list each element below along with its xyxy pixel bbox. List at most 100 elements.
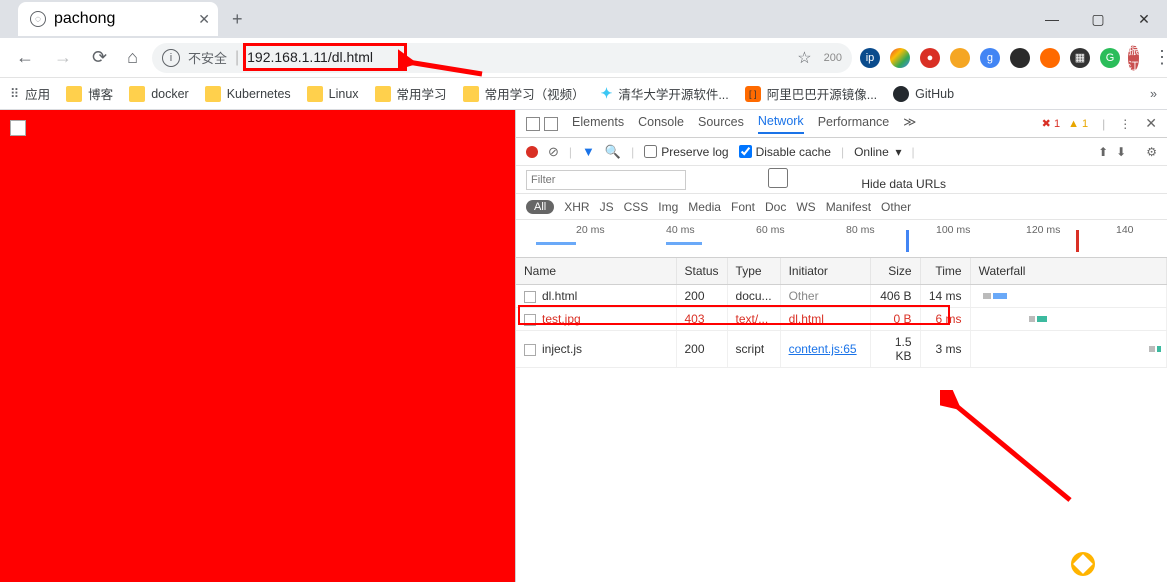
extension-icon[interactable]: ●	[920, 48, 940, 68]
table-row[interactable]: dl.html 200 docu... Other 406 B 14 ms	[516, 285, 1167, 308]
tab-console[interactable]: Console	[638, 115, 684, 133]
page-url: 192.168.1.11/dl.html	[247, 49, 373, 65]
address-bar[interactable]: i 不安全 | 192.168.1.11/dl.html ☆ 200	[152, 43, 852, 73]
type-filter[interactable]: JS	[600, 200, 614, 214]
table-row[interactable]: test.jpg 403 text/... dl.html 0 B 6 ms	[516, 308, 1167, 331]
bookmark-folder[interactable]: 常用学习（视频）	[463, 84, 585, 103]
tab-performance[interactable]: Performance	[818, 115, 890, 133]
table-header-row: Name Status Type Initiator Size Time Wat…	[516, 258, 1167, 285]
extension-icon[interactable]: g	[980, 48, 1000, 68]
extension-icon[interactable]: ▦	[1070, 48, 1090, 68]
extension-icons: ip ● g ▦ G	[860, 48, 1120, 68]
record-button[interactable]	[526, 146, 538, 158]
extension-icon[interactable]	[950, 48, 970, 68]
devtools-tabs: Elements Console Sources Network Perform…	[516, 110, 1167, 138]
col-status[interactable]: Status	[676, 258, 727, 285]
info-icon[interactable]: i	[162, 49, 180, 67]
user-avatar[interactable]: 振江	[1128, 45, 1139, 71]
extension-icon[interactable]	[1040, 48, 1060, 68]
type-filter[interactable]: WS	[796, 200, 815, 214]
kebab-menu-icon[interactable]: ⋮	[1119, 117, 1131, 131]
home-button[interactable]: ⌂	[121, 43, 144, 72]
bookmark-link[interactable]: [ ]阿里巴巴开源镜像...	[745, 84, 877, 103]
tab-elements[interactable]: Elements	[572, 115, 624, 133]
table-row[interactable]: inject.js 200 script content.js:65 1.5 K…	[516, 331, 1167, 368]
throttling-select[interactable]: Online ▾	[854, 145, 901, 159]
tab-more[interactable]: ≫	[903, 114, 916, 133]
inspect-icon[interactable]	[526, 117, 540, 131]
network-table: Name Status Type Initiator Size Time Wat…	[516, 258, 1167, 582]
tab-sources[interactable]: Sources	[698, 115, 744, 133]
bookmark-star-icon[interactable]: ☆	[797, 48, 811, 68]
col-size[interactable]: Size	[870, 258, 920, 285]
type-filter[interactable]: Media	[688, 200, 721, 214]
window-minimize[interactable]: —	[1029, 4, 1075, 34]
col-name[interactable]: Name	[516, 258, 676, 285]
forward-button[interactable]: →	[48, 43, 78, 72]
type-filter[interactable]: Font	[731, 200, 755, 214]
browser-tab[interactable]: ◌ pachong ✕	[18, 2, 218, 36]
error-count[interactable]: ✖ 1	[1042, 117, 1060, 130]
broken-image-icon	[10, 120, 26, 136]
type-filter[interactable]: XHR	[564, 200, 589, 214]
bookmarks-overflow-icon[interactable]: »	[1150, 87, 1157, 101]
close-icon[interactable]: ✕	[198, 11, 210, 28]
type-filter[interactable]: Manifest	[826, 200, 871, 214]
preserve-log-checkbox[interactable]: Preserve log	[644, 145, 728, 159]
col-waterfall[interactable]: Waterfall	[970, 258, 1166, 285]
bookmark-apps[interactable]: ⠿应用	[10, 84, 50, 103]
reload-button[interactable]: ⟳	[86, 43, 113, 72]
type-filter-all[interactable]: All	[526, 200, 554, 214]
devtools-panel: Elements Console Sources Network Perform…	[515, 110, 1167, 582]
clear-button[interactable]: ⊘	[548, 144, 559, 160]
bookmarks-bar: ⠿应用 博客 docker Kubernetes Linux 常用学习 常用学习…	[0, 78, 1167, 110]
kebab-menu-icon[interactable]: ⋮	[1147, 47, 1167, 68]
filter-input[interactable]	[526, 170, 686, 190]
search-icon[interactable]: 🔍	[605, 144, 621, 160]
watermark-logo-icon	[1071, 552, 1095, 576]
extension-icon[interactable]	[890, 48, 910, 68]
col-type[interactable]: Type	[727, 258, 780, 285]
col-time[interactable]: Time	[920, 258, 970, 285]
content-area: Elements Console Sources Network Perform…	[0, 110, 1167, 582]
insecure-label: 不安全	[188, 48, 227, 67]
warning-count[interactable]: ▲ 1	[1068, 118, 1088, 130]
network-type-filters: All XHR JS CSS Img Media Font Doc WS Man…	[516, 194, 1167, 220]
bookmark-link[interactable]: ✦清华大学开源软件...	[601, 84, 729, 103]
network-toolbar: ⊘ | ▼ 🔍 | Preserve log Disable cache | O…	[516, 138, 1167, 166]
download-icon[interactable]: ⬇	[1116, 145, 1126, 159]
tab-network[interactable]: Network	[758, 114, 804, 134]
tab-title: pachong	[54, 10, 115, 28]
disable-cache-checkbox[interactable]: Disable cache	[739, 145, 831, 159]
extension-icon[interactable]: G	[1100, 48, 1120, 68]
window-maximize[interactable]: ▢	[1075, 4, 1121, 34]
device-icon[interactable]	[544, 117, 558, 131]
bookmark-folder[interactable]: docker	[129, 86, 189, 102]
watermark: 创新互联	[1071, 552, 1157, 576]
network-filter-row: Hide data URLs	[516, 166, 1167, 194]
window-titlebar: ◌ pachong ✕ + — ▢ ✕	[0, 0, 1167, 38]
bookmark-folder[interactable]: Kubernetes	[205, 86, 291, 102]
gear-icon[interactable]: ⚙	[1146, 145, 1157, 159]
type-filter[interactable]: Img	[658, 200, 678, 214]
bookmark-folder[interactable]: 博客	[66, 84, 113, 103]
type-filter[interactable]: Doc	[765, 200, 786, 214]
type-filter[interactable]: CSS	[624, 200, 649, 214]
close-icon[interactable]: ✕	[1145, 115, 1157, 132]
col-initiator[interactable]: Initiator	[780, 258, 870, 285]
bookmark-folder[interactable]: Linux	[307, 86, 359, 102]
extension-icon[interactable]: ip	[860, 48, 880, 68]
network-timeline[interactable]: 20 ms 40 ms 60 ms 80 ms 100 ms 120 ms 14…	[516, 220, 1167, 258]
extension-icon[interactable]	[1010, 48, 1030, 68]
upload-icon[interactable]: ⬆	[1098, 145, 1108, 159]
bookmark-link[interactable]: GitHub	[893, 86, 954, 102]
filter-toggle-icon[interactable]: ▼	[582, 144, 595, 159]
extension-count: 200	[824, 52, 842, 64]
window-close[interactable]: ✕	[1121, 4, 1167, 34]
new-tab-button[interactable]: +	[226, 5, 249, 34]
type-filter[interactable]: Other	[881, 200, 911, 214]
bookmark-folder[interactable]: 常用学习	[375, 84, 447, 103]
address-bar-row: ← → ⟳ ⌂ i 不安全 | 192.168.1.11/dl.html ☆ 2…	[0, 38, 1167, 78]
hide-data-urls-checkbox[interactable]: Hide data URLs	[698, 168, 946, 191]
back-button[interactable]: ←	[10, 43, 40, 72]
